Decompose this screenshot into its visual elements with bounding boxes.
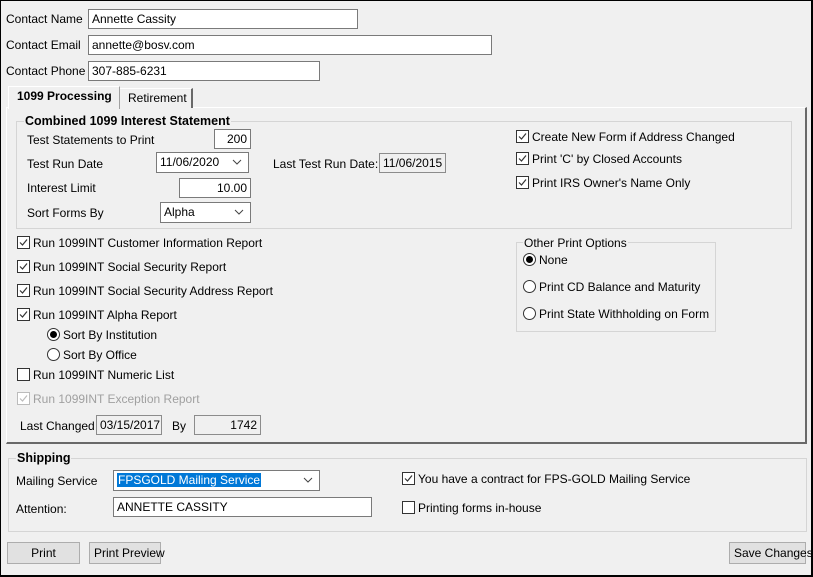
check-icon <box>19 395 28 402</box>
print-option-state-withholding-radio[interactable] <box>523 307 536 320</box>
save-changes-button[interactable]: Save Changes <box>729 542 813 564</box>
mailing-service-value: FPSGOLD Mailing Service <box>117 473 262 487</box>
last-test-run-value: 11/06/2015 <box>379 153 446 173</box>
check-icon <box>19 287 28 294</box>
contact-phone-label: Contact Phone <box>6 64 86 78</box>
print-preview-button[interactable]: Print Preview <box>89 542 165 564</box>
print-irs-owner-checkbox[interactable] <box>516 176 529 189</box>
print-irs-owner-label: Print IRS Owner's Name Only <box>532 176 691 190</box>
alpha-report-checkbox[interactable] <box>17 308 30 321</box>
attention-label: Attention: <box>16 502 67 516</box>
printing-inhouse-label: Printing forms in-house <box>418 501 542 515</box>
tab-1099-processing[interactable]: 1099 Processing <box>8 86 120 109</box>
exception-report-checkbox <box>17 392 30 405</box>
sort-by-institution-radio[interactable] <box>47 328 60 341</box>
print-option-cd-balance-radio[interactable] <box>523 280 536 293</box>
check-icon <box>19 239 28 246</box>
chevron-down-icon <box>232 159 242 165</box>
test-statements-input[interactable]: 200 <box>214 129 251 149</box>
contact-email-label: Contact Email <box>6 38 81 52</box>
sort-by-institution-label: Sort By Institution <box>63 328 158 342</box>
check-icon <box>404 475 413 482</box>
exception-report-label: Run 1099INT Exception Report <box>33 392 200 406</box>
check-icon <box>518 155 527 162</box>
tab-label: Retirement <box>128 91 187 105</box>
last-changed-label: Last Changed <box>20 419 95 433</box>
last-changed-by-label: By <box>172 419 187 433</box>
alpha-report-label: Run 1099INT Alpha Report <box>33 308 177 322</box>
check-icon <box>518 133 527 140</box>
print-option-none-radio[interactable] <box>523 253 536 266</box>
shipping-title: Shipping <box>16 451 72 465</box>
check-icon <box>19 263 28 270</box>
print-button[interactable]: Print <box>7 542 80 564</box>
chevron-down-icon <box>234 209 244 215</box>
fps-gold-contract-checkbox[interactable] <box>402 472 415 485</box>
test-run-date-value: 11/06/2020 <box>160 155 220 169</box>
check-icon <box>19 311 28 318</box>
print-option-none-label: None <box>539 253 568 267</box>
create-new-form-label: Create New Form if Address Changed <box>532 130 735 144</box>
create-new-form-checkbox[interactable] <box>516 130 529 143</box>
chevron-down-icon <box>303 477 313 483</box>
sort-forms-label: Sort Forms By <box>27 206 104 220</box>
numeric-list-checkbox[interactable] <box>17 368 30 381</box>
print-c-closed-checkbox[interactable] <box>516 152 529 165</box>
print-c-closed-label: Print 'C' by Closed Accounts <box>532 152 682 166</box>
check-icon <box>518 179 527 186</box>
combined-statement-title: Combined 1099 Interest Statement <box>24 114 231 128</box>
print-option-cd-balance-label: Print CD Balance and Maturity <box>539 280 701 294</box>
print-option-state-withholding-label: Print State Withholding on Form <box>539 307 710 321</box>
printing-inhouse-checkbox[interactable] <box>402 501 415 514</box>
last-changed-by-value: 1742 <box>194 415 261 435</box>
tab-label: 1099 Processing <box>17 89 112 103</box>
last-test-run-label: Last Test Run Date: <box>273 157 379 171</box>
contact-name-input[interactable]: Annette Cassity <box>88 9 358 29</box>
other-print-options-title: Other Print Options <box>523 236 628 250</box>
customer-info-report-checkbox[interactable] <box>17 236 30 249</box>
fps-gold-contract-label: You have a contract for FPS-GOLD Mailing… <box>418 472 691 486</box>
attention-input[interactable]: ANNETTE CASSITY <box>113 497 372 517</box>
interest-limit-label: Interest Limit <box>27 181 96 195</box>
numeric-list-label: Run 1099INT Numeric List <box>33 368 175 382</box>
last-changed-date: 03/15/2017 <box>96 415 162 435</box>
test-statements-label: Test Statements to Print <box>27 133 155 147</box>
sort-forms-value: Alpha <box>164 205 195 219</box>
social-security-report-label: Run 1099INT Social Security Report <box>33 260 227 274</box>
contact-name-label: Contact Name <box>6 12 83 26</box>
sort-by-office-radio[interactable] <box>47 348 60 361</box>
sort-by-office-label: Sort By Office <box>63 348 137 362</box>
social-security-report-checkbox[interactable] <box>17 260 30 273</box>
radio-selected-dot <box>526 256 533 263</box>
tab-retirement[interactable]: Retirement <box>119 88 193 108</box>
interest-limit-input[interactable]: 10.00 <box>179 178 251 198</box>
contact-phone-input[interactable]: 307-885-6231 <box>88 61 320 81</box>
ss-address-report-label: Run 1099INT Social Security Address Repo… <box>33 284 273 298</box>
customer-info-report-label: Run 1099INT Customer Information Report <box>33 236 263 250</box>
radio-selected-dot <box>50 331 57 338</box>
mailing-service-label: Mailing Service <box>16 474 98 488</box>
ss-address-report-checkbox[interactable] <box>17 284 30 297</box>
sort-forms-select[interactable]: Alpha <box>160 202 251 223</box>
mailing-service-select[interactable]: FPSGOLD Mailing Service <box>113 470 320 491</box>
test-run-date-label: Test Run Date <box>27 157 104 171</box>
test-run-date-picker[interactable]: 11/06/2020 <box>156 152 249 173</box>
contact-email-input[interactable]: annette@bosv.com <box>88 35 492 55</box>
